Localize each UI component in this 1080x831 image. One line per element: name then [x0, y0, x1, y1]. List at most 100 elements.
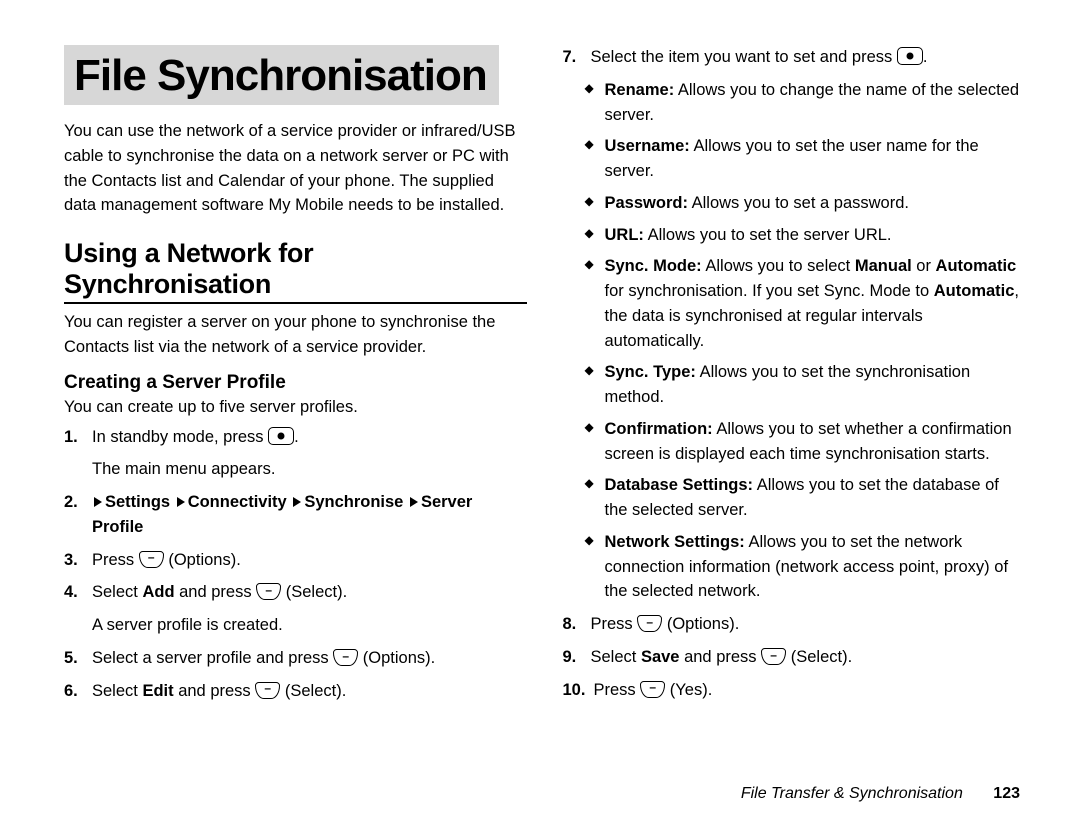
option-sync-type: Sync. Type: Allows you to set the synchr…: [585, 360, 1026, 410]
step-bold: Save: [641, 648, 680, 666]
step-number: 10.: [563, 678, 586, 703]
step-body: Select Edit and press (Select).: [92, 679, 527, 704]
option-label: Sync. Mode:: [605, 257, 702, 275]
step-bold: Add: [142, 583, 174, 601]
step-text: (Select).: [281, 583, 347, 601]
step-text: Press: [591, 615, 638, 633]
step-7: 7. Select the item you want to set and p…: [563, 45, 1026, 70]
step-follow: A server profile is created.: [92, 613, 527, 638]
step-text: (Options).: [164, 551, 241, 569]
step-text: Press: [92, 551, 139, 569]
step-body: In standby mode, press . The main menu a…: [92, 425, 527, 483]
step-text: Select a server profile and press: [92, 649, 333, 667]
step-6: 6. Select Edit and press (Select).: [64, 679, 527, 704]
option-url: URL: Allows you to set the server URL.: [585, 223, 1026, 248]
step-text: (Select).: [786, 648, 852, 666]
option-bold: Automatic: [936, 257, 1017, 275]
option-sync-mode: Sync. Mode: Allows you to select Manual …: [585, 254, 1026, 353]
step-body: Press (Yes).: [593, 678, 1025, 703]
step-text: Press: [593, 681, 640, 699]
step-text: Select: [591, 648, 641, 666]
option-text: Allows you to select: [702, 257, 855, 275]
nav-item: Connectivity: [188, 493, 287, 511]
soft-key-icon: [761, 648, 786, 665]
step-number: 6.: [64, 679, 84, 704]
step-text: Select: [92, 583, 142, 601]
option-label: Username:: [605, 137, 690, 155]
soft-key-icon: [139, 551, 164, 568]
footer-title: File Transfer & Synchronisation: [741, 785, 963, 802]
option-bold: Automatic: [934, 282, 1015, 300]
step-body: Select a server profile and press (Optio…: [92, 646, 527, 671]
page-footer: File Transfer & Synchronisation 123: [741, 785, 1020, 803]
triangle-icon: [410, 497, 418, 507]
soft-key-icon: [256, 583, 281, 600]
option-username: Username: Allows you to set the user nam…: [585, 134, 1026, 184]
nav-item: Synchronise: [304, 493, 403, 511]
step-text: Select the item you want to set and pres…: [591, 48, 897, 66]
option-password: Password: Allows you to set a password.: [585, 191, 1026, 216]
option-text: Allows you to set a password.: [688, 194, 909, 212]
option-database-settings: Database Settings: Allows you to set the…: [585, 473, 1026, 523]
section-heading: Using a Network for Synchronisation: [64, 238, 527, 304]
step-body: Select Add and press (Select). A server …: [92, 580, 527, 638]
step-4: 4. Select Add and press (Select). A serv…: [64, 580, 527, 638]
steps-list-right-cont: 8. Press (Options). 9. Select Save and p…: [563, 612, 1026, 702]
step-number: 8.: [563, 612, 583, 637]
step-text: (Select).: [280, 682, 346, 700]
option-text: or: [912, 257, 936, 275]
option-confirmation: Confirmation: Allows you to set whether …: [585, 417, 1026, 467]
step-text: (Options).: [358, 649, 435, 667]
step-number: 3.: [64, 548, 84, 573]
option-text: for synchronisation. If you set Sync. Mo…: [605, 282, 934, 300]
triangle-icon: [94, 497, 102, 507]
sub-heading: Creating a Server Profile: [64, 372, 527, 394]
triangle-icon: [177, 497, 185, 507]
options-list: Rename: Allows you to change the name of…: [563, 78, 1026, 604]
step-number: 4.: [64, 580, 84, 638]
two-column-layout: File Synchronisation You can use the net…: [64, 45, 1025, 711]
manual-page: File Synchronisation You can use the net…: [0, 0, 1080, 831]
option-bold: Manual: [855, 257, 912, 275]
step-text: and press: [175, 583, 257, 601]
option-label: Password:: [605, 194, 688, 212]
step-text: and press: [174, 682, 256, 700]
nav-item: Settings: [105, 493, 170, 511]
step-3: 3. Press (Options).: [64, 548, 527, 573]
chapter-intro: You can use the network of a service pro…: [64, 119, 527, 218]
step-text: .: [923, 48, 928, 66]
step-number: 7.: [563, 45, 583, 70]
left-column: File Synchronisation You can use the net…: [64, 45, 527, 711]
option-label: URL:: [605, 226, 644, 244]
step-text: (Yes).: [665, 681, 712, 699]
step-2: 2. Settings Connectivity Synchronise Ser…: [64, 490, 527, 540]
option-label: Database Settings:: [605, 476, 754, 494]
step-number: 2.: [64, 490, 84, 540]
chapter-title-band: File Synchronisation: [64, 45, 499, 105]
sub-intro: You can create up to five server profile…: [64, 398, 527, 417]
step-text: In standby mode, press: [92, 428, 268, 446]
option-rename: Rename: Allows you to change the name of…: [585, 78, 1026, 128]
chapter-title: File Synchronisation: [74, 51, 487, 101]
step-body: Press (Options).: [92, 548, 527, 573]
page-number: 123: [993, 785, 1020, 802]
step-body: Select the item you want to set and pres…: [591, 45, 1026, 70]
step-text: Select: [92, 682, 142, 700]
soft-key-icon: [637, 615, 662, 632]
step-text: (Options).: [662, 615, 739, 633]
step-body: Select Save and press (Select).: [591, 645, 1026, 670]
soft-key-icon: [333, 649, 358, 666]
center-key-icon: [897, 47, 923, 65]
option-text: Allows you to set the server URL.: [644, 226, 892, 244]
center-key-icon: [268, 427, 294, 445]
step-body: Press (Options).: [591, 612, 1026, 637]
step-text: and press: [680, 648, 762, 666]
step-number: 5.: [64, 646, 84, 671]
step-5: 5. Select a server profile and press (Op…: [64, 646, 527, 671]
option-label: Confirmation:: [605, 420, 713, 438]
step-9: 9. Select Save and press (Select).: [563, 645, 1026, 670]
step-bold: Edit: [142, 682, 173, 700]
option-label: Sync. Type:: [605, 363, 696, 381]
step-follow: The main menu appears.: [92, 457, 527, 482]
step-8: 8. Press (Options).: [563, 612, 1026, 637]
